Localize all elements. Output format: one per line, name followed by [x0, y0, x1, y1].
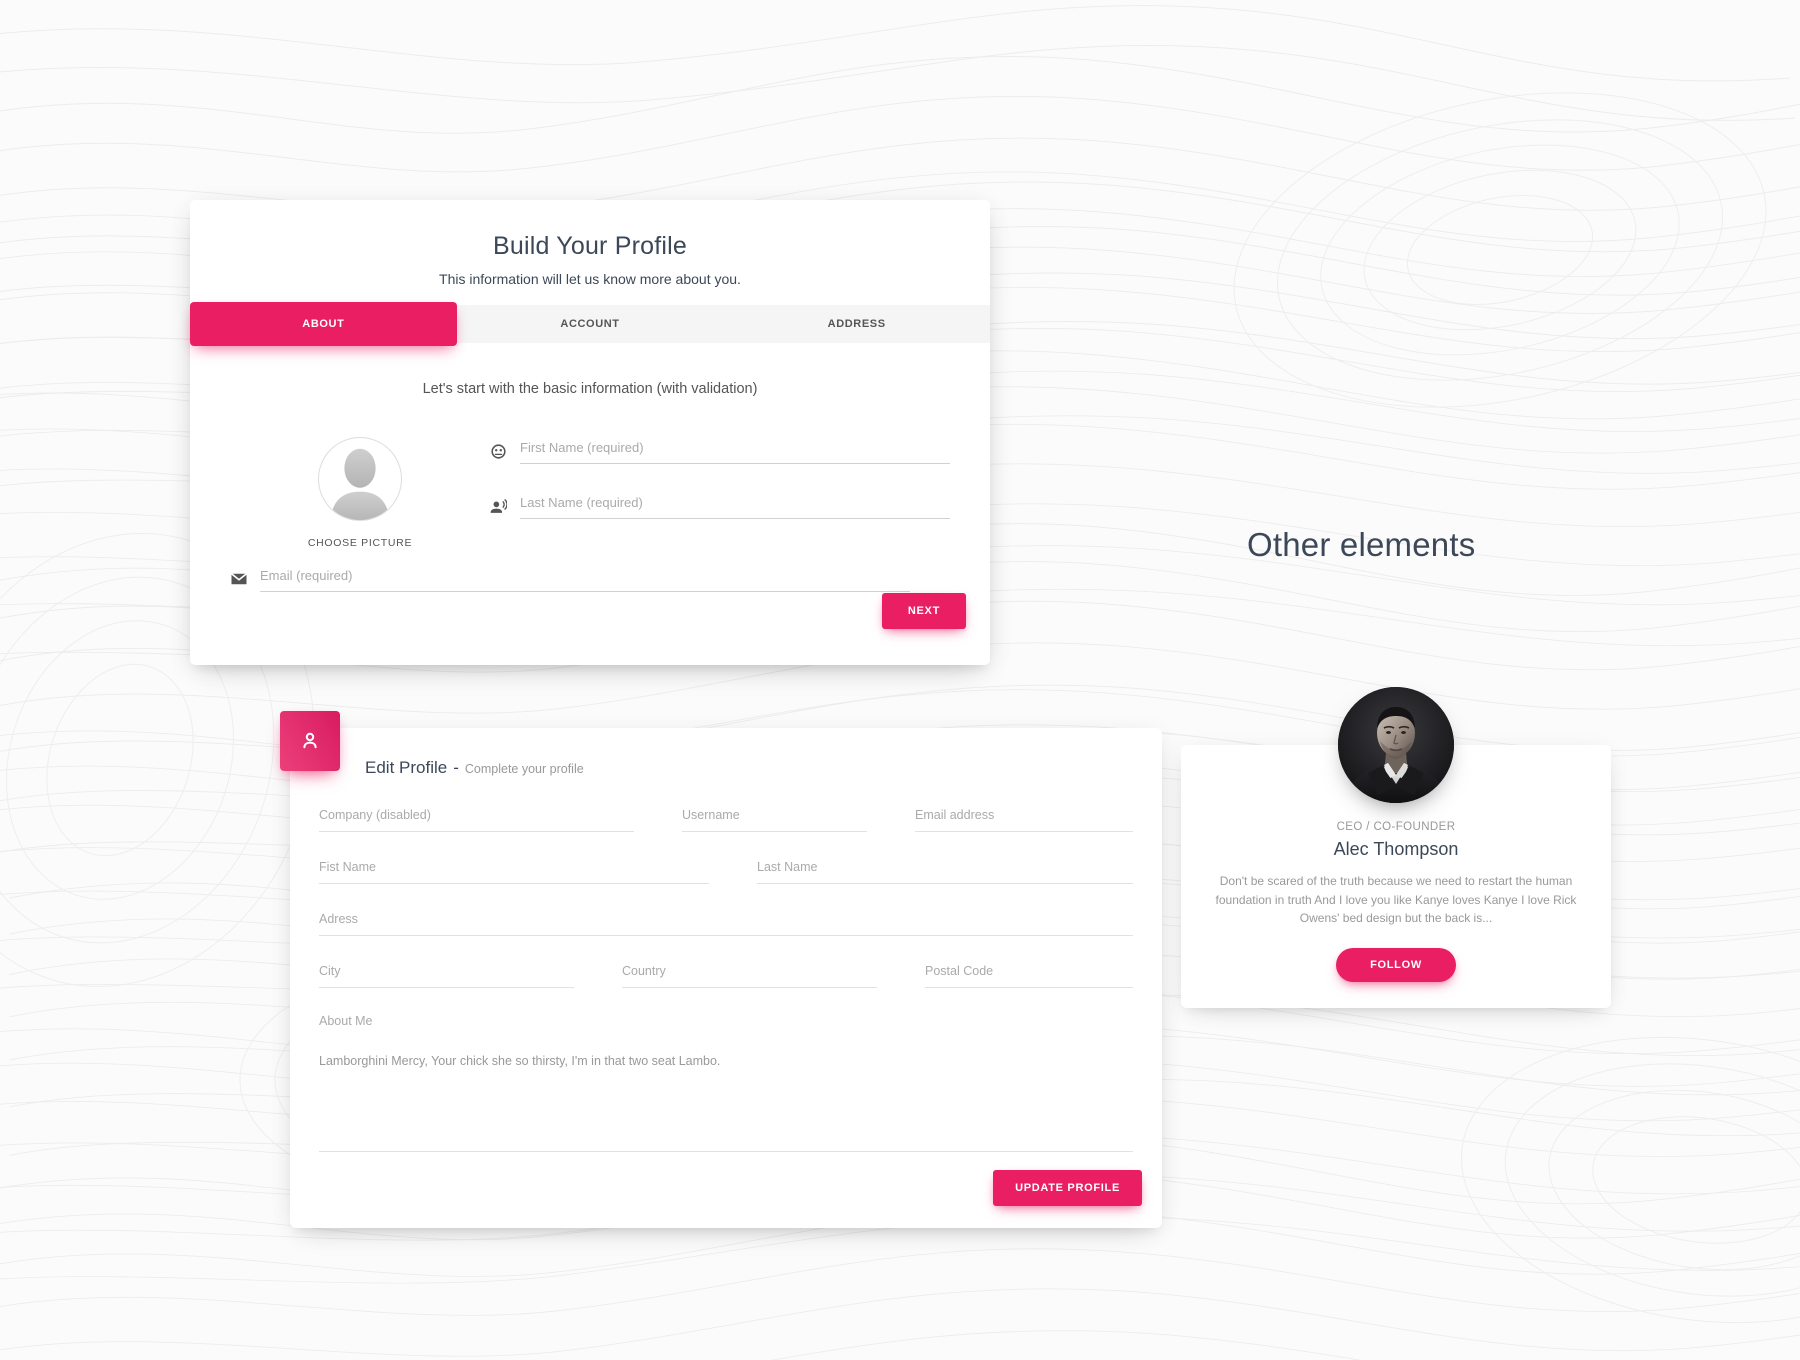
tab-account-label: ACCOUNT — [560, 318, 620, 330]
edit-profile-title: Edit Profile — [365, 758, 448, 777]
username-input[interactable] — [682, 808, 867, 822]
choose-picture-button[interactable]: CHOOSE PICTURE — [308, 537, 412, 549]
avatar-placeholder-icon — [330, 448, 390, 520]
postal-code-input[interactable] — [925, 964, 1133, 978]
wizard-header: Build Your Profile This information will… — [190, 200, 990, 305]
country-input[interactable] — [622, 964, 877, 978]
next-button[interactable]: NEXT — [881, 593, 966, 629]
email-address-field[interactable] — [900, 806, 1148, 832]
face-icon — [490, 443, 520, 464]
about-me-text: Lamborghini Mercy, Your chick she so thi… — [319, 1054, 721, 1068]
edit-profile-footer: UPDATE PROFILE — [993, 1170, 1142, 1206]
edit-profile-row-3 — [304, 910, 1148, 936]
build-profile-wizard-card: Build Your Profile This information will… — [190, 200, 990, 665]
last-name-field[interactable] — [742, 858, 1148, 884]
first-name-field[interactable] — [304, 858, 724, 884]
about-me-label: About Me — [319, 1014, 373, 1028]
wizard-tab-bar: ABOUT ACCOUNT ADDRESS — [190, 302, 990, 346]
edit-profile-row-1 — [304, 806, 1148, 832]
last-name-field[interactable] — [520, 494, 950, 519]
person-icon — [303, 732, 317, 749]
address-field[interactable] — [304, 910, 1148, 936]
first-name-field[interactable] — [520, 439, 950, 464]
city-input[interactable] — [319, 964, 574, 978]
address-input[interactable] — [319, 912, 1133, 926]
person-profile-card: CEO / CO-FOUNDER Alec Thompson Don't be … — [1181, 687, 1611, 1008]
about-me-textarea[interactable]: Lamborghini Mercy, Your chick she so thi… — [319, 1052, 1133, 1152]
person-description: Don't be scared of the truth because we … — [1215, 874, 1577, 926]
update-profile-button[interactable]: UPDATE PROFILE — [993, 1170, 1142, 1206]
country-field[interactable] — [607, 962, 892, 988]
wizard-fields-grid: CHOOSE PICTURE — [230, 433, 950, 549]
edit-profile-badge — [280, 711, 340, 771]
edit-profile-form: About Me Lamborghini Mercy, Your chick s… — [304, 806, 1148, 1152]
follow-button[interactable]: FOLLOW — [1336, 947, 1456, 982]
first-name-input[interactable] — [520, 440, 950, 455]
tab-address[interactable]: ADDRESS — [723, 305, 990, 343]
tab-about-label: ABOUT — [302, 318, 345, 330]
edit-profile-dash: - — [453, 758, 459, 777]
last-name-input[interactable] — [520, 495, 950, 510]
person-role: CEO / CO-FOUNDER — [1336, 821, 1456, 833]
person-name: Alec Thompson — [1333, 839, 1459, 859]
choose-picture-group: CHOOSE PICTURE — [230, 433, 490, 549]
page-title: Build Your Profile — [492, 232, 687, 260]
postal-code-field[interactable] — [910, 962, 1148, 988]
avatar — [1338, 687, 1454, 803]
other-elements-heading: Other elements — [1247, 526, 1476, 563]
person-photo-icon — [1338, 687, 1454, 803]
edit-profile-row-4 — [304, 962, 1148, 988]
company-field — [304, 806, 649, 832]
first-name-input-2[interactable] — [319, 860, 709, 874]
edit-profile-subtitle: Complete your profile — [464, 762, 584, 776]
tab-address-label: ADDRESS — [827, 318, 886, 330]
tab-about[interactable]: ABOUT — [190, 302, 457, 346]
city-field[interactable] — [304, 962, 589, 988]
edit-profile-row-2 — [304, 858, 1148, 884]
name-fields-column — [490, 433, 950, 549]
wizard-lead-text: Let's start with the basic information (… — [422, 381, 758, 397]
avatar-placeholder[interactable] — [318, 437, 402, 521]
wizard-body: Let's start with the basic information (… — [190, 343, 990, 592]
record-voice-over-icon — [490, 498, 520, 519]
last-name-row — [490, 494, 950, 519]
last-name-input-2[interactable] — [757, 860, 1133, 874]
edit-profile-heading: Edit Profile - Complete your profile — [365, 758, 584, 778]
company-input — [319, 808, 634, 822]
username-field[interactable] — [667, 806, 882, 832]
tab-account[interactable]: ACCOUNT — [457, 305, 724, 343]
wizard-footer: NEXT — [190, 579, 990, 665]
email-address-input[interactable] — [915, 808, 1133, 822]
page-subtitle: This information will let us know more a… — [439, 271, 741, 287]
edit-profile-card: Edit Profile - Complete your profile Com… — [280, 711, 1162, 1228]
first-name-row — [490, 439, 950, 464]
